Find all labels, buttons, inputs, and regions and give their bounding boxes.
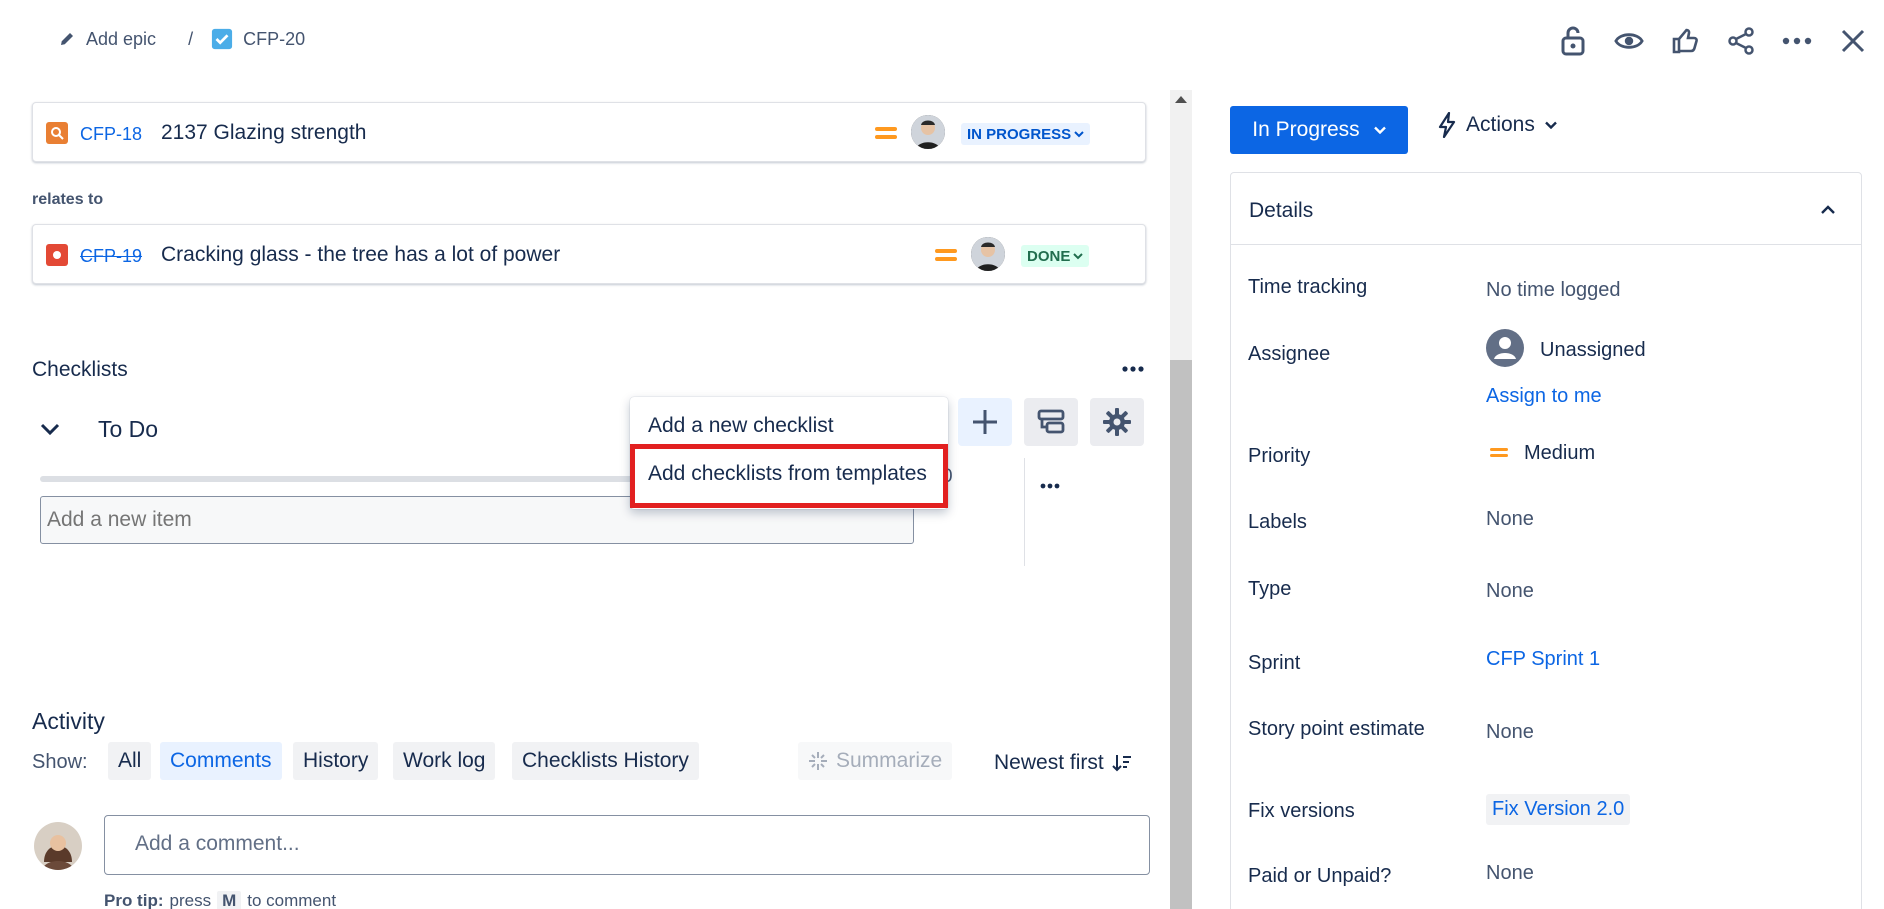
person-icon <box>1486 329 1524 367</box>
chevron-down-icon <box>1074 131 1084 138</box>
details-header[interactable]: Details <box>1231 173 1861 245</box>
status-text: IN PROGRESS <box>967 125 1072 143</box>
priority-medium-icon <box>875 123 897 143</box>
search-icon <box>46 122 68 144</box>
breadcrumb: Add epic / CFP-20 <box>58 28 305 50</box>
bug-icon <box>46 244 68 266</box>
checklist-group-title[interactable]: To Do <box>98 416 158 443</box>
keyboard-shortcut-key: M <box>217 891 242 909</box>
priority-medium-icon <box>935 245 957 265</box>
checkbox-icon <box>211 28 233 50</box>
assign-to-me-link[interactable]: Assign to me <box>1486 385 1602 408</box>
field-value-labels[interactable]: None <box>1486 508 1534 531</box>
highlight-box <box>630 444 948 508</box>
scroll-up-arrow-icon[interactable] <box>1175 95 1187 103</box>
field-label-time-tracking: Time tracking <box>1248 276 1368 298</box>
linked-issue-card[interactable]: CFP-19 Cracking glass - the tree has a l… <box>32 224 1146 284</box>
pencil-icon <box>58 30 76 48</box>
issue-key-link[interactable]: CFP-18 <box>80 124 142 145</box>
issue-key-link[interactable]: CFP-19 <box>80 246 142 267</box>
field-value-type[interactable]: None <box>1486 580 1534 603</box>
pro-tip-label: Pro tip: <box>104 891 164 909</box>
field-label-assignee: Assignee <box>1248 343 1331 365</box>
actions-label: Actions <box>1466 113 1535 136</box>
plus-icon <box>971 408 999 436</box>
status-text: DONE <box>1027 247 1071 265</box>
gear-icon <box>1102 407 1132 437</box>
scrollbar-thumb[interactable] <box>1170 360 1192 909</box>
more-icon[interactable] <box>1782 26 1812 56</box>
sort-button[interactable]: Newest first <box>994 751 1132 775</box>
share-icon[interactable] <box>1726 26 1756 56</box>
templates-button[interactable] <box>1024 398 1078 446</box>
sparkle-icon <box>808 751 828 771</box>
chevron-down-icon <box>1073 253 1084 260</box>
status-label: In Progress <box>1252 118 1360 141</box>
item-more-icon[interactable] <box>1040 483 1060 489</box>
issue-summary[interactable]: 2137 Glazing strength <box>161 121 366 145</box>
filter-all[interactable]: All <box>108 742 152 780</box>
chevron-down-icon <box>1545 121 1557 129</box>
activity-title: Activity <box>32 708 105 734</box>
checklists-title: Checklists <box>32 358 128 381</box>
pro-tip-press: press <box>169 891 212 909</box>
template-icon <box>1036 407 1066 437</box>
summarize-label: Summarize <box>836 749 943 772</box>
menu-item-add-new-checklist[interactable]: Add a new checklist <box>648 414 834 438</box>
fix-version-tag[interactable]: Fix Version 2.0 <box>1486 794 1631 825</box>
sort-icon <box>1111 753 1132 773</box>
filter-checklists-history[interactable]: Checklists History <box>512 742 699 780</box>
details-title: Details <box>1249 199 1314 222</box>
sort-label: Newest first <box>994 751 1104 774</box>
field-label-paid: Paid or Unpaid? <box>1248 865 1392 887</box>
field-label-fix-versions: Fix versions <box>1248 800 1355 822</box>
linked-issue-card[interactable]: CFP-18 2137 Glazing strength IN PROGRESS <box>32 102 1146 162</box>
vertical-divider <box>1024 458 1025 566</box>
checklist-settings-button[interactable] <box>1090 398 1144 446</box>
avatar <box>34 822 82 870</box>
link-type-label: relates to <box>32 191 104 208</box>
unlock-icon[interactable] <box>1558 26 1588 56</box>
add-epic-link[interactable]: Add epic <box>86 29 156 50</box>
chevron-down-icon <box>1373 126 1386 134</box>
status-lozenge[interactable]: IN PROGRESS <box>961 123 1091 145</box>
avatar <box>911 115 945 149</box>
field-label-labels: Labels <box>1248 511 1307 533</box>
pro-tip-suffix: to comment <box>247 891 337 909</box>
thumbs-up-icon[interactable] <box>1670 26 1700 56</box>
show-label: Show: <box>32 751 88 773</box>
field-value-paid[interactable]: None <box>1486 862 1534 885</box>
filter-history[interactable]: History <box>293 742 379 780</box>
status-transition-button[interactable]: In Progress <box>1230 106 1408 154</box>
avatar <box>971 237 1005 271</box>
collapse-chevron-icon[interactable] <box>40 422 60 436</box>
field-label-sprint: Sprint <box>1248 652 1301 674</box>
actions-button[interactable]: Actions <box>1438 112 1557 138</box>
eye-icon[interactable] <box>1614 26 1644 56</box>
field-value-priority[interactable]: Medium <box>1524 442 1595 465</box>
status-lozenge[interactable]: DONE <box>1021 245 1090 267</box>
field-label-story-points: Story point estimate <box>1248 718 1425 740</box>
close-icon[interactable] <box>1838 26 1868 56</box>
field-value-story-points[interactable]: None <box>1486 721 1534 744</box>
pro-tip: Pro tip: press M to comment <box>104 891 336 909</box>
field-value-assignee[interactable]: Unassigned <box>1540 339 1646 362</box>
priority-medium-icon <box>1490 445 1508 460</box>
filter-work-log[interactable]: Work log <box>393 742 496 780</box>
checklists-more-icon[interactable] <box>1122 366 1144 372</box>
lightning-icon <box>1438 112 1456 138</box>
field-value-sprint[interactable]: CFP Sprint 1 <box>1486 648 1600 671</box>
filter-comments[interactable]: Comments <box>160 742 282 780</box>
issue-summary[interactable]: Cracking glass - the tree has a lot of p… <box>161 243 560 267</box>
field-label-type: Type <box>1248 578 1292 600</box>
header-actions <box>1558 26 1868 56</box>
add-checklist-button[interactable] <box>958 398 1012 446</box>
comment-input[interactable]: Add a comment... <box>104 815 1150 875</box>
field-value-time-tracking[interactable]: No time logged <box>1486 279 1621 302</box>
breadcrumb-separator: / <box>188 28 194 49</box>
issue-key-link[interactable]: CFP-20 <box>243 29 305 50</box>
chevron-up-icon[interactable] <box>1821 205 1835 214</box>
summarize-button[interactable]: Summarize <box>798 742 953 780</box>
field-label-priority: Priority <box>1248 445 1311 467</box>
